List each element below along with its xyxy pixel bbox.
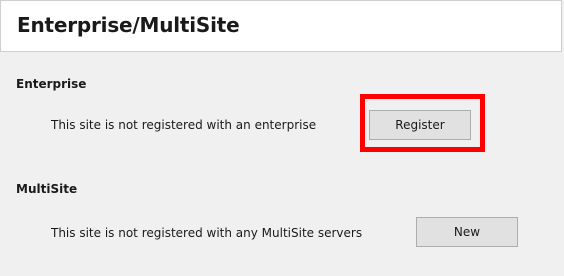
page-title: Enterprise/MultiSite	[17, 13, 240, 37]
enterprise-multisite-panel: Enterprise/MultiSite Enterprise This sit…	[0, 0, 564, 276]
multisite-section-heading: MultiSite	[16, 182, 78, 196]
enterprise-status-text: This site is not registered with an ente…	[51, 118, 317, 132]
multisite-status-text: This site is not registered with any Mul…	[51, 226, 363, 240]
enterprise-section-heading: Enterprise	[16, 77, 87, 91]
panel-header: Enterprise/MultiSite	[0, 0, 562, 52]
new-multisite-button[interactable]: New	[416, 217, 518, 247]
register-highlight-box	[360, 94, 485, 152]
